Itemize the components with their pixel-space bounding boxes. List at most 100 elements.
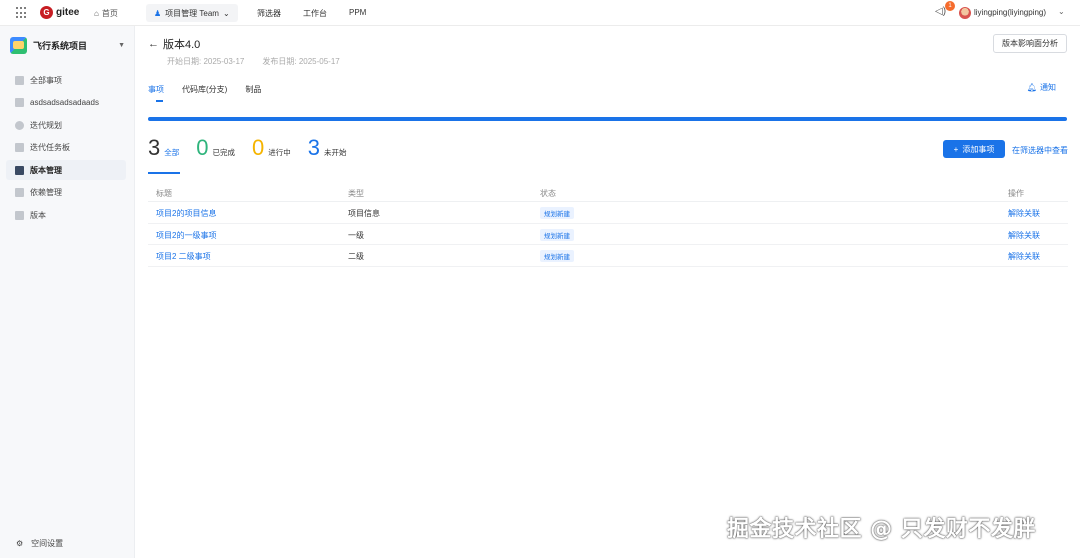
sidebar-item-version[interactable]: 版本 <box>6 205 126 225</box>
top-bar: G gitee ⌂ 首页 ♟ 项目管理 Team ⌄ 筛选器 工作台 PPM ◁… <box>0 0 1080 26</box>
table-row: 项目2的项目信息 项目信息 规划新建 解除关联 <box>148 202 1068 224</box>
tab-issues[interactable]: 事项 <box>148 84 164 102</box>
stat-label: 进行中 <box>268 148 291 157</box>
issue-type: 项目信息 <box>348 209 380 218</box>
page-title: 版本4.0 <box>163 39 201 51</box>
space-settings[interactable]: ⚙ 空间设置 <box>16 538 63 549</box>
gitee-logo-icon: G <box>40 6 53 19</box>
plus-icon: + <box>953 144 959 154</box>
impact-analysis-button[interactable]: 版本影响面分析 <box>993 34 1067 53</box>
status-badge[interactable]: 规划新建 <box>540 207 574 219</box>
project-switcher[interactable]: 飞行系统项目 ▼ <box>10 37 125 54</box>
add-issue-label: 添加事项 <box>962 144 995 154</box>
home-label: 首页 <box>101 9 118 18</box>
release-date: 发布日期: 2025-05-17 <box>262 57 340 66</box>
sidebar-item-label: 依赖管理 <box>30 187 62 197</box>
unlink-button[interactable]: 解除关联 <box>1008 230 1040 241</box>
stat-done[interactable]: 0 已完成 <box>196 137 235 159</box>
nav-ppm[interactable]: PPM <box>349 8 366 17</box>
home-icon: ⌂ <box>94 9 99 18</box>
tab-bar: 事项 代码库(分支) 制品 <box>148 84 261 102</box>
stat-count: 3 <box>307 135 320 160</box>
project-icon <box>10 37 27 54</box>
grid-icon <box>15 75 24 85</box>
sidebar-item-label: 迭代任务板 <box>30 142 70 152</box>
col-type: 类型 <box>348 189 364 198</box>
issue-type: 一级 <box>348 230 364 240</box>
back-arrow-icon[interactable]: ← <box>148 38 159 50</box>
sidebar-item-label: 版本 <box>30 210 46 220</box>
dependency-icon <box>15 187 24 197</box>
sidebar-item-label: asdsadsadsadaads <box>30 97 99 107</box>
chevron-down-icon[interactable]: ⌄ <box>1058 7 1065 16</box>
apps-grid-icon[interactable] <box>16 7 28 19</box>
watermark-text: 掘金技术社区 @ 只发财不发胖 <box>727 517 1036 542</box>
table-row: 项目2的一级事项 一级 规划新建 解除关联 <box>148 224 1068 245</box>
issue-type: 二级 <box>348 252 364 261</box>
version-icon <box>15 210 24 220</box>
home-link[interactable]: ⌂ 首页 <box>94 8 118 19</box>
team-label: 项目管理 Team <box>165 8 219 18</box>
stat-count: 0 <box>252 135 265 160</box>
space-settings-label: 空间设置 <box>31 539 64 548</box>
sidebar-item-dependency[interactable]: 依赖管理 <box>6 182 126 202</box>
gear-icon: ⚙ <box>16 539 24 548</box>
view-in-filter-link[interactable]: 在筛选器中查看 <box>1012 145 1068 156</box>
username[interactable]: liyingping(liyingping) <box>974 8 1046 17</box>
chevron-down-icon: ⌄ <box>222 8 230 18</box>
notify-button[interactable]: 🔔︎ 通知 <box>1027 82 1056 93</box>
start-date: 开始日期: 2025-03-17 <box>167 57 245 66</box>
table-header: 标题 类型 状态 操作 <box>148 184 1068 202</box>
sidebar-item-custom[interactable]: asdsadsadsadaads <box>6 92 126 112</box>
stat-count: 3 <box>148 135 161 160</box>
cycle-icon <box>15 120 24 130</box>
issues-table: 标题 类型 状态 操作 项目2的项目信息 项目信息 规划新建 解除关联 项目2的… <box>148 184 1068 267</box>
issue-title-link[interactable]: 项目2 二级事项 <box>156 251 211 262</box>
issue-title-link[interactable]: 项目2的一级事项 <box>156 230 216 241</box>
unlink-button[interactable]: 解除关联 <box>1008 251 1040 262</box>
stat-label: 全部 <box>164 148 180 157</box>
nav-workbench[interactable]: 工作台 <box>303 8 327 19</box>
col-title: 标题 <box>156 189 172 198</box>
notification-badge: 1 <box>945 1 955 11</box>
team-icon: ♟ <box>154 8 162 18</box>
stat-todo[interactable]: 3 未开始 <box>308 137 347 159</box>
sidebar-item-all-issues[interactable]: 全部事项 <box>6 70 126 90</box>
nav-filter[interactable]: 筛选器 <box>257 8 281 19</box>
status-badge[interactable]: 规划新建 <box>540 228 574 241</box>
version-progress-bar <box>148 117 1067 121</box>
board-icon <box>15 142 24 152</box>
status-badge[interactable]: 规划新建 <box>540 250 574 262</box>
stat-label: 未开始 <box>324 148 347 157</box>
table-row: 项目2 二级事项 二级 规划新建 解除关联 <box>148 245 1068 267</box>
caret-down-icon: ▼ <box>118 42 125 49</box>
issue-stats: 3 全部 0 已完成 0 进行中 3 未开始 <box>148 137 364 159</box>
sidebar-item-label: 版本管理 <box>30 165 62 175</box>
sidebar: 飞行系统项目 ▼ 全部事项 asdsadsadsadaads 迭代规划 迭代任务… <box>0 26 135 558</box>
sidebar-item-iteration-board[interactable]: 迭代任务板 <box>6 137 126 157</box>
stat-count: 0 <box>196 135 209 160</box>
issue-title-link[interactable]: 项目2的项目信息 <box>156 208 216 219</box>
team-switcher[interactable]: ♟ 项目管理 Team ⌄ <box>146 4 238 22</box>
avatar[interactable] <box>959 7 971 19</box>
stat-in-progress[interactable]: 0 进行中 <box>252 137 291 159</box>
tab-artifacts[interactable]: 制品 <box>245 84 261 95</box>
col-status: 状态 <box>540 189 556 198</box>
grid-icon <box>15 97 24 107</box>
project-name: 飞行系统项目 <box>33 41 88 51</box>
progress-fill <box>148 117 1067 121</box>
tab-repos[interactable]: 代码库(分支) <box>182 84 227 95</box>
notify-label: 通知 <box>1040 83 1056 92</box>
add-issue-button[interactable]: + 添加事项 <box>943 140 1005 158</box>
sidebar-item-iteration-plan[interactable]: 迭代规划 <box>6 115 126 135</box>
brand-name: gitee <box>56 7 80 18</box>
bell-icon: 🔔︎ <box>1026 83 1037 92</box>
stat-all[interactable]: 3 全部 <box>148 137 179 159</box>
stat-label: 已完成 <box>212 148 236 157</box>
stat-active-underline <box>148 172 180 174</box>
sidebar-item-version-management[interactable]: 版本管理 <box>6 160 126 180</box>
version-icon <box>15 165 24 175</box>
unlink-button[interactable]: 解除关联 <box>1008 208 1040 219</box>
gitee-logo[interactable]: G gitee <box>40 6 79 19</box>
sidebar-item-label: 全部事项 <box>30 75 62 85</box>
